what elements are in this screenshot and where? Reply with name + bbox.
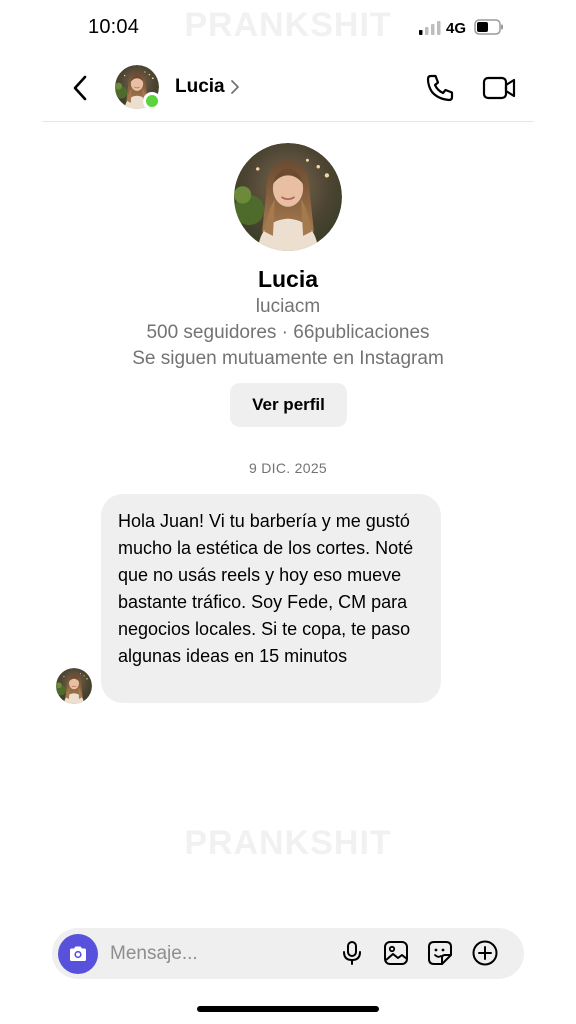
gallery-icon[interactable] <box>382 939 410 967</box>
phone-icon[interactable] <box>424 72 456 104</box>
date-separator: 9 DIC. 2025 <box>248 460 327 476</box>
plus-circle-icon[interactable] <box>471 939 499 967</box>
chat-header: Lucia <box>0 56 576 122</box>
sticker-icon[interactable] <box>426 939 454 967</box>
chevron-right-icon[interactable] <box>229 78 241 96</box>
profile-stats: 500 seguidores · 66publicaciones <box>146 322 430 343</box>
view-profile-button[interactable]: Ver perfil <box>230 383 347 427</box>
header-contact-name[interactable]: Lucia <box>175 76 225 98</box>
message-bubble[interactable]: Hola Juan! Vi tu barbería y me gustó muc… <box>101 494 441 703</box>
watermark: PRANKSHIT <box>184 824 392 862</box>
profile-name: Lucia <box>257 266 319 292</box>
status-bar: PRANKSHIT 10:04 4G <box>0 0 576 56</box>
video-camera-icon[interactable] <box>481 72 517 104</box>
camera-button[interactable] <box>58 934 98 974</box>
microphone-icon[interactable] <box>338 939 366 967</box>
message-composer <box>52 928 524 979</box>
signal-icon <box>419 21 441 35</box>
back-button[interactable] <box>66 70 94 106</box>
message-input[interactable] <box>110 938 320 969</box>
home-indicator <box>197 1006 379 1012</box>
status-time: 10:04 <box>88 16 140 38</box>
header-divider <box>42 121 534 122</box>
sender-avatar[interactable] <box>56 668 92 704</box>
battery-icon <box>474 19 503 35</box>
network-label: 4G <box>446 20 467 37</box>
chevron-left-icon <box>73 75 87 101</box>
profile-username: luciacm <box>255 296 321 317</box>
camera-icon <box>70 946 86 961</box>
profile-mutual-follow: Se siguen mutuamente en Instagram <box>132 348 444 369</box>
online-status-dot <box>143 92 161 110</box>
profile-avatar[interactable] <box>234 143 342 251</box>
